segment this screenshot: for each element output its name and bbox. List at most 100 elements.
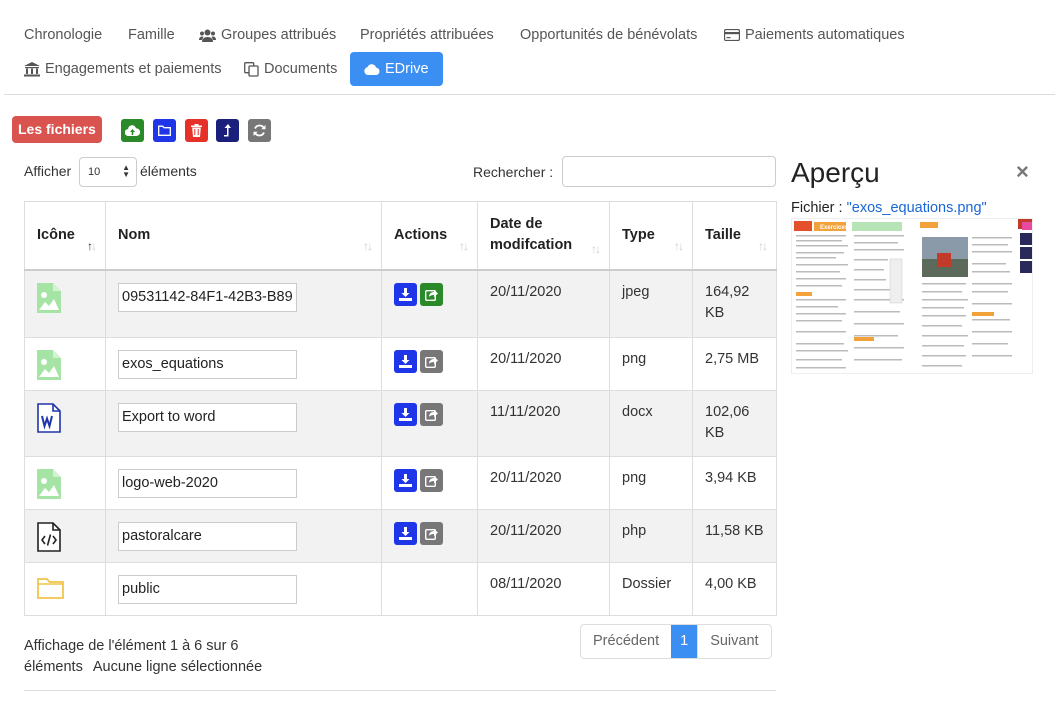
file-name-input[interactable]: Export to word xyxy=(118,403,297,432)
file-name-input[interactable]: 09531142-84F1-42B3-B89 xyxy=(118,282,297,312)
file-name-input[interactable]: exos_equations xyxy=(118,350,297,379)
share-icon xyxy=(425,410,438,421)
column-header-label: Type xyxy=(622,227,655,244)
download-button[interactable] xyxy=(394,469,417,492)
cloud-icon xyxy=(364,63,380,75)
file-type: png xyxy=(609,456,693,510)
download-button[interactable] xyxy=(394,282,417,306)
file-size: 3,94 KB xyxy=(692,456,777,510)
download-button[interactable] xyxy=(394,522,417,545)
file-size: 164,92 KB xyxy=(692,269,777,338)
folder-icon xyxy=(158,125,171,136)
file-size: 4,00 KB xyxy=(692,562,777,616)
tab-label: Propriétés attribuées xyxy=(360,27,494,43)
folder-icon xyxy=(37,578,64,599)
delete-button[interactable] xyxy=(185,119,208,142)
image-file-icon xyxy=(37,350,61,380)
new-folder-button[interactable] xyxy=(153,119,176,142)
thumb-heading: Exercices xyxy=(820,225,849,231)
table-row[interactable]: logo-web-2020 20/11/2020 png 3,94 KB xyxy=(24,456,777,510)
download-button[interactable] xyxy=(394,403,417,426)
upload-button[interactable] xyxy=(121,119,144,142)
file-icon-cell xyxy=(24,562,106,616)
preview-file-link[interactable]: "exos_equations.png" xyxy=(847,200,987,216)
file-size: 11,58 KB xyxy=(692,509,777,563)
table-row[interactable]: 09531142-84F1-42B3-B89 20/11/2020 jpeg 1… xyxy=(24,269,777,338)
share-button[interactable] xyxy=(420,469,443,492)
page-length-select[interactable]: 10 ▲ ▼ xyxy=(79,157,137,187)
download-icon xyxy=(399,355,412,368)
refresh-button[interactable] xyxy=(248,119,271,142)
sort-icon: ↑↓ xyxy=(363,239,373,253)
tab-label: Opportunités de bénévolats xyxy=(520,27,698,43)
show-label: Afficher xyxy=(24,163,72,179)
files-button[interactable]: Les fichiers xyxy=(12,116,102,143)
share-icon xyxy=(425,289,438,301)
file-actions-cell xyxy=(381,456,478,510)
tab-documents[interactable]: Documents xyxy=(230,52,351,86)
download-button[interactable] xyxy=(394,350,417,373)
file-date: 11/11/2020 xyxy=(477,390,610,457)
file-name-input[interactable]: public xyxy=(118,575,297,604)
file-type: jpeg xyxy=(609,269,693,338)
file-name-input[interactable]: logo-web-2020 xyxy=(118,469,297,498)
parent-folder-button[interactable] xyxy=(216,119,239,142)
share-button[interactable] xyxy=(420,403,443,426)
file-name-cell: pastoralcare xyxy=(105,509,382,563)
preview-image[interactable]: Exercices xyxy=(791,218,1033,374)
file-icon-cell xyxy=(24,456,106,510)
tab-label: Engagements et paiements xyxy=(45,61,222,77)
share-button[interactable] xyxy=(420,282,443,306)
column-header-type[interactable]: Type ↑↓ xyxy=(609,201,693,271)
table-info: Affichage de l'élément 1 à 6 sur 6 éléme… xyxy=(24,636,294,678)
tab-edrive[interactable]: EDrive xyxy=(350,52,443,86)
tab-groupes-attribues[interactable]: Groupes attribués xyxy=(185,18,350,52)
column-header-actions[interactable]: Actions ↑↓ xyxy=(381,201,478,271)
page-1-button[interactable]: 1 xyxy=(671,625,698,658)
share-button[interactable] xyxy=(420,350,443,373)
tab-paiements-automatiques[interactable]: Paiements automatiques xyxy=(710,18,919,52)
column-header-date[interactable]: Date de modifcation ↑↓ xyxy=(477,201,610,271)
column-header-name[interactable]: Nom ↑↓ xyxy=(105,201,382,271)
file-name-cell: Export to word xyxy=(105,390,382,457)
file-date: 08/11/2020 xyxy=(477,562,610,616)
bottom-divider xyxy=(24,690,776,691)
table-row[interactable]: pastoralcare 20/11/2020 php 11,58 KB xyxy=(24,509,777,563)
tab-proprietes-attribuees[interactable]: Propriétés attribuées xyxy=(346,18,508,52)
file-icon-cell xyxy=(24,390,106,457)
close-preview-button[interactable]: × xyxy=(1016,159,1029,185)
column-header-label: Date de modifcation xyxy=(490,216,573,254)
upload-icon xyxy=(125,125,140,136)
table-row[interactable]: exos_equations 20/11/2020 png 2,75 MB xyxy=(24,337,777,391)
next-page-button[interactable]: Suivant xyxy=(697,625,770,658)
refresh-icon xyxy=(253,124,266,137)
table-header-row: Icône ↑↓ Nom ↑↓ Actions ↑↓ Date de modifcat… xyxy=(24,201,777,271)
column-header-icon[interactable]: Icône ↑↓ xyxy=(24,201,106,271)
tab-label: Documents xyxy=(264,61,338,77)
search-input[interactable] xyxy=(562,156,776,187)
share-button[interactable] xyxy=(420,522,443,545)
table-row[interactable]: public 08/11/2020 Dossier 4,00 KB xyxy=(24,562,777,616)
tab-opportunites-benevolats[interactable]: Opportunités de bénévolats xyxy=(506,18,711,52)
previous-page-button[interactable]: Précédent xyxy=(581,625,671,658)
table-row[interactable]: Export to word 11/11/2020 docx 102,06 KB xyxy=(24,390,777,457)
tab-chronologie[interactable]: Chronologie xyxy=(10,18,116,52)
file-name-cell: 09531142-84F1-42B3-B89 xyxy=(105,269,382,338)
tab-famille[interactable]: Famille xyxy=(114,18,189,52)
tab-engagements-paiements[interactable]: Engagements et paiements xyxy=(10,52,236,86)
sort-icon: ↑↓ xyxy=(758,239,768,253)
download-icon xyxy=(399,287,412,301)
file-name-input[interactable]: pastoralcare xyxy=(118,522,297,551)
image-file-icon xyxy=(37,282,61,313)
file-type: docx xyxy=(609,390,693,457)
download-icon xyxy=(399,527,412,540)
select-arrows-icon: ▲ ▼ xyxy=(122,163,130,179)
bank-icon xyxy=(24,61,40,76)
tab-label: Famille xyxy=(128,27,175,43)
file-size: 102,06 KB xyxy=(692,390,777,457)
column-header-size[interactable]: Taille ↑↓ xyxy=(692,201,777,271)
file-date: 20/11/2020 xyxy=(477,456,610,510)
file-icon-cell xyxy=(24,337,106,391)
file-actions-cell xyxy=(381,509,478,563)
file-date: 20/11/2020 xyxy=(477,269,610,338)
